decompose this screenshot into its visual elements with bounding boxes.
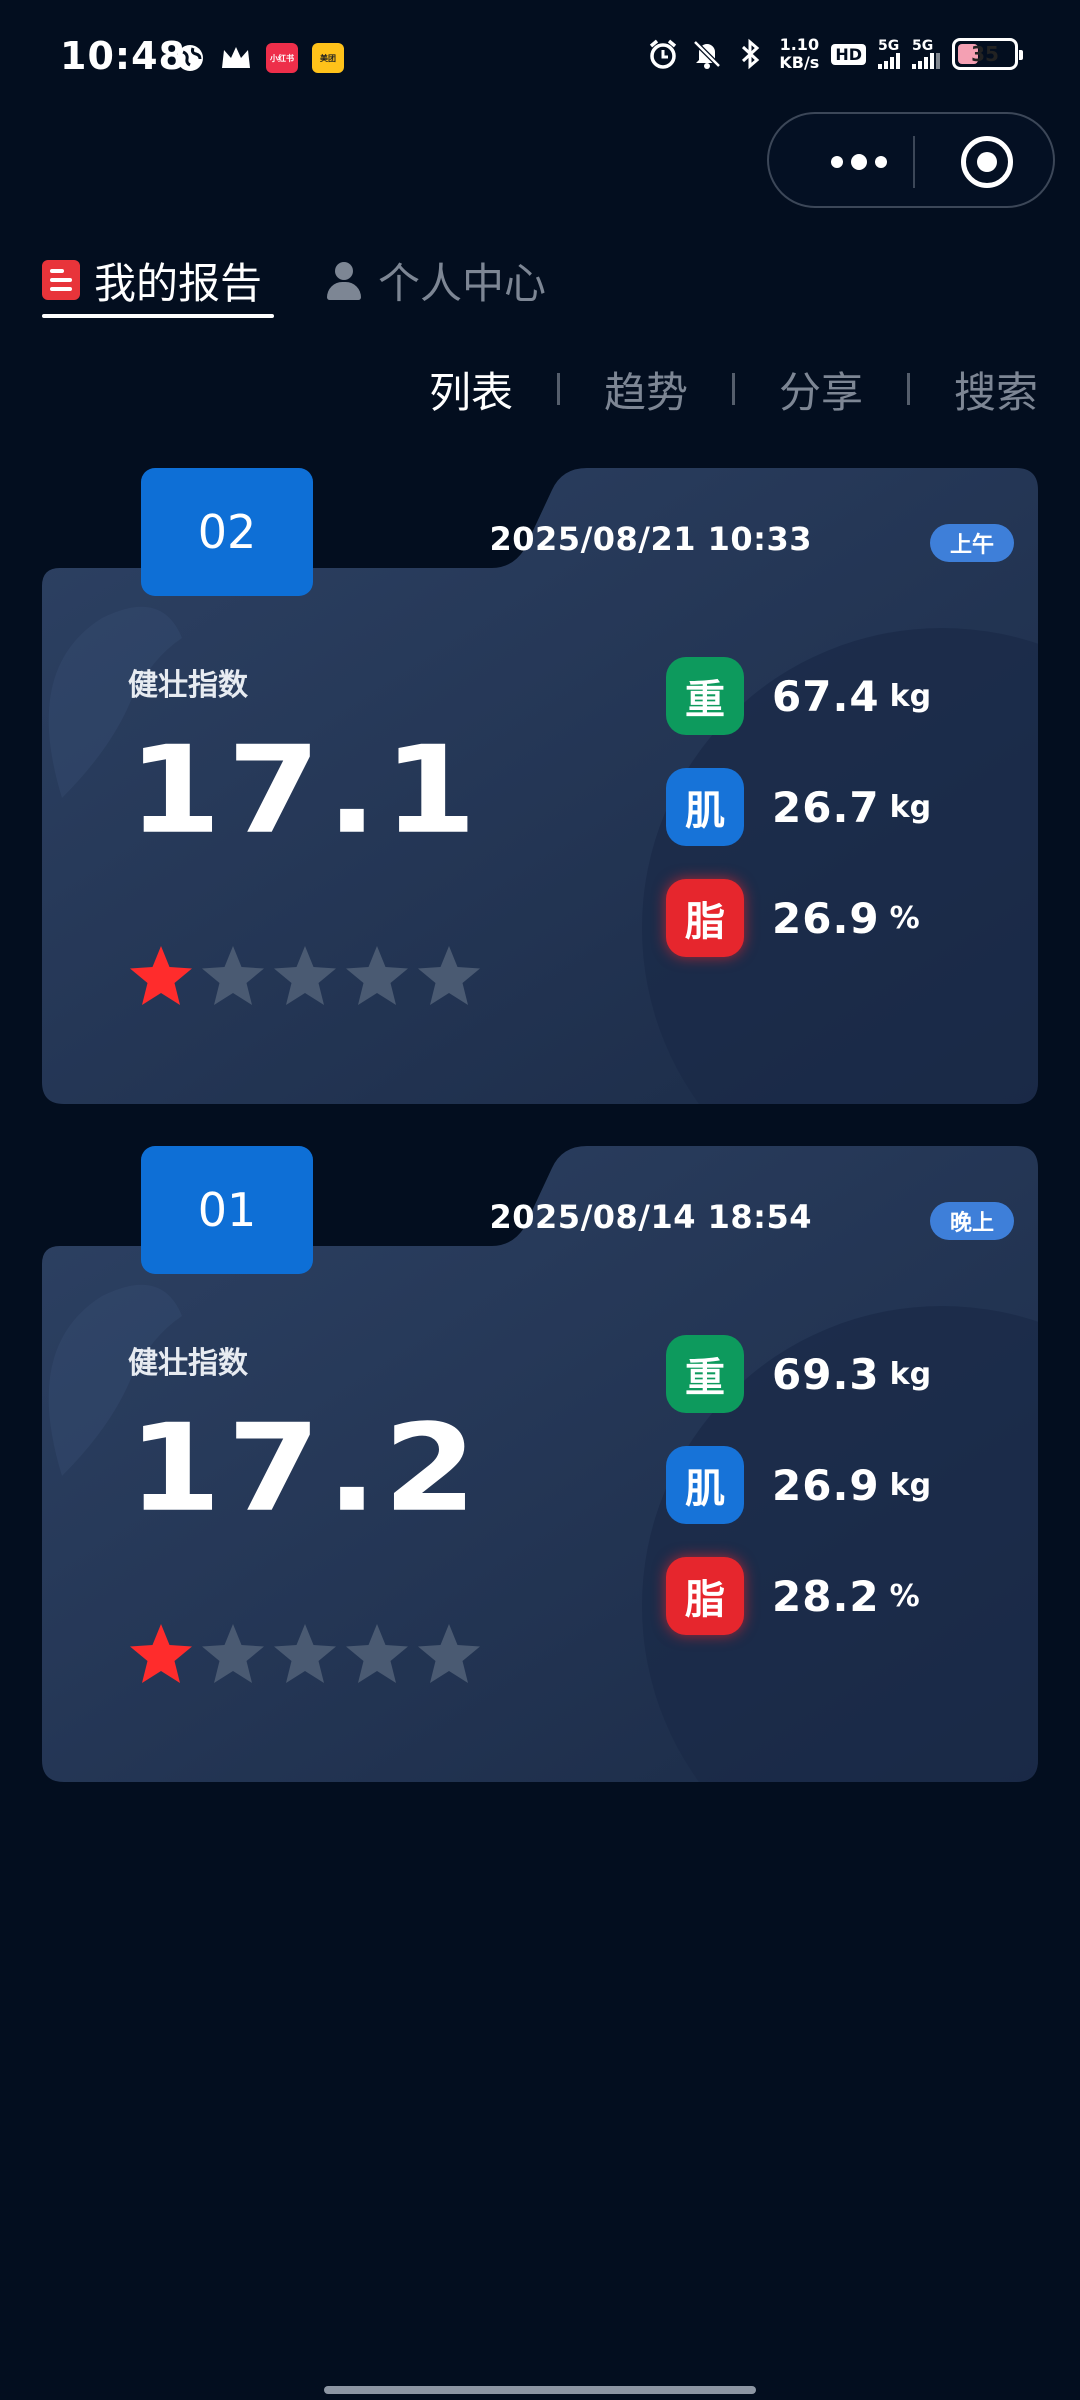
subnav-share[interactable]: 分享 — [779, 359, 863, 420]
signal-5g-2: 5G — [912, 39, 940, 69]
star-empty-icon — [418, 1624, 480, 1683]
subnav-trend[interactable]: 趋势 — [604, 359, 688, 420]
star-filled-icon — [130, 946, 192, 1005]
weight-value: 69.3 — [772, 1349, 880, 1399]
metrics-list: 重 67.4 kg 肌 26.7 kg 脂 26.9 % — [666, 656, 931, 989]
subnav-separator — [731, 373, 735, 405]
fat-icon: 脂 — [666, 879, 744, 957]
metric-weight: 重 67.4 kg — [666, 656, 931, 736]
muscle-icon: 肌 — [666, 1446, 744, 1524]
battery-indicator: 35 — [952, 38, 1023, 70]
index-label: 健壮指数 — [128, 1346, 248, 1381]
star-empty-icon — [202, 946, 264, 1005]
star-empty-icon — [346, 1624, 408, 1683]
report-card[interactable]: 01 2025/08/14 18:54 晚上 健壮指数 17.2 重 69.3 … — [42, 1146, 1038, 1782]
metric-muscle: 肌 26.9 kg — [666, 1445, 931, 1525]
sub-nav: 列表 趋势 分享 搜索 — [429, 355, 1038, 423]
weight-icon: 重 — [666, 1335, 744, 1413]
star-empty-icon — [346, 946, 408, 1005]
muscle-unit: kg — [889, 789, 932, 825]
net-speed: 1.10 KB/s — [779, 35, 820, 72]
meituan-badge: 美团 — [312, 43, 344, 73]
alarm-icon — [647, 38, 679, 70]
close-target-icon[interactable] — [961, 136, 1013, 188]
metric-weight: 重 69.3 kg — [666, 1334, 931, 1414]
index-value: 17.2 — [128, 1398, 483, 1539]
crown-icon — [220, 42, 252, 74]
muscle-value: 26.9 — [772, 1460, 880, 1510]
report-period-badge: 晚上 — [930, 1202, 1014, 1240]
home-indicator — [324, 2386, 756, 2394]
report-number-tab: 01 — [141, 1146, 313, 1274]
status-left-icons: 小红书 美团 — [174, 42, 344, 74]
tab-my-report[interactable]: 我的报告 — [42, 250, 262, 310]
star-rating — [126, 1620, 484, 1690]
mute-icon — [691, 38, 723, 70]
report-number-tab: 02 — [141, 468, 313, 596]
more-icon[interactable] — [809, 114, 909, 210]
subnav-search[interactable]: 搜索 — [954, 359, 1038, 420]
fat-unit: % — [889, 900, 920, 936]
tab-my-report-label: 我的报告 — [94, 258, 263, 308]
star-empty-icon — [202, 1624, 264, 1683]
muscle-icon: 肌 — [666, 768, 744, 846]
globe-icon — [174, 42, 206, 74]
fat-value: 28.2 — [772, 1571, 880, 1621]
weight-icon: 重 — [666, 657, 744, 735]
fat-value: 26.9 — [772, 893, 880, 943]
index-label: 健壮指数 — [128, 668, 248, 703]
person-icon — [324, 260, 364, 300]
star-empty-icon — [418, 946, 480, 1005]
capsule-divider — [913, 136, 915, 188]
metric-muscle: 肌 26.7 kg — [666, 767, 931, 847]
star-filled-icon — [130, 1624, 192, 1683]
muscle-value: 26.7 — [772, 782, 880, 832]
report-card[interactable]: 02 2025/08/21 10:33 上午 健壮指数 17.1 重 67.4 … — [42, 468, 1038, 1104]
active-tab-indicator — [42, 314, 274, 318]
report-datetime: 2025/08/14 18:54 — [489, 1198, 812, 1236]
metric-fat: 脂 26.9 % — [666, 878, 931, 958]
metric-fat: 脂 28.2 % — [666, 1556, 931, 1636]
status-time: 10:48 — [60, 34, 186, 78]
subnav-separator — [556, 373, 560, 405]
status-right-icons: 1.10 KB/s HD 5G 5G 35 — [647, 35, 1023, 72]
star-empty-icon — [274, 946, 336, 1005]
report-datetime: 2025/08/21 10:33 — [489, 520, 812, 558]
signal-5g-1: 5G — [878, 39, 900, 69]
report-period-badge: 上午 — [930, 524, 1014, 562]
bluetooth-icon — [735, 38, 767, 70]
tab-personal-center[interactable]: 个人中心 — [324, 250, 546, 310]
star-empty-icon — [274, 1624, 336, 1683]
metrics-list: 重 69.3 kg 肌 26.9 kg 脂 28.2 % — [666, 1334, 931, 1667]
subnav-separator — [906, 373, 910, 405]
weight-unit: kg — [889, 678, 932, 714]
weight-unit: kg — [889, 1356, 932, 1392]
xiaohongshu-badge: 小红书 — [266, 43, 298, 73]
hd-badge: HD — [831, 43, 866, 65]
muscle-unit: kg — [889, 1467, 932, 1503]
subnav-list[interactable]: 列表 — [429, 359, 513, 420]
status-bar: 10:48 小红书 美团 1.10 KB/s HD 5G 5G 35 — [0, 0, 1080, 120]
index-value: 17.1 — [128, 720, 483, 861]
weight-value: 67.4 — [772, 671, 880, 721]
star-rating — [126, 942, 484, 1012]
fat-unit: % — [889, 1578, 920, 1614]
tab-personal-center-label: 个人中心 — [378, 258, 547, 308]
report-icon — [42, 260, 80, 300]
mini-program-capsule — [767, 112, 1055, 208]
fat-icon: 脂 — [666, 1557, 744, 1635]
